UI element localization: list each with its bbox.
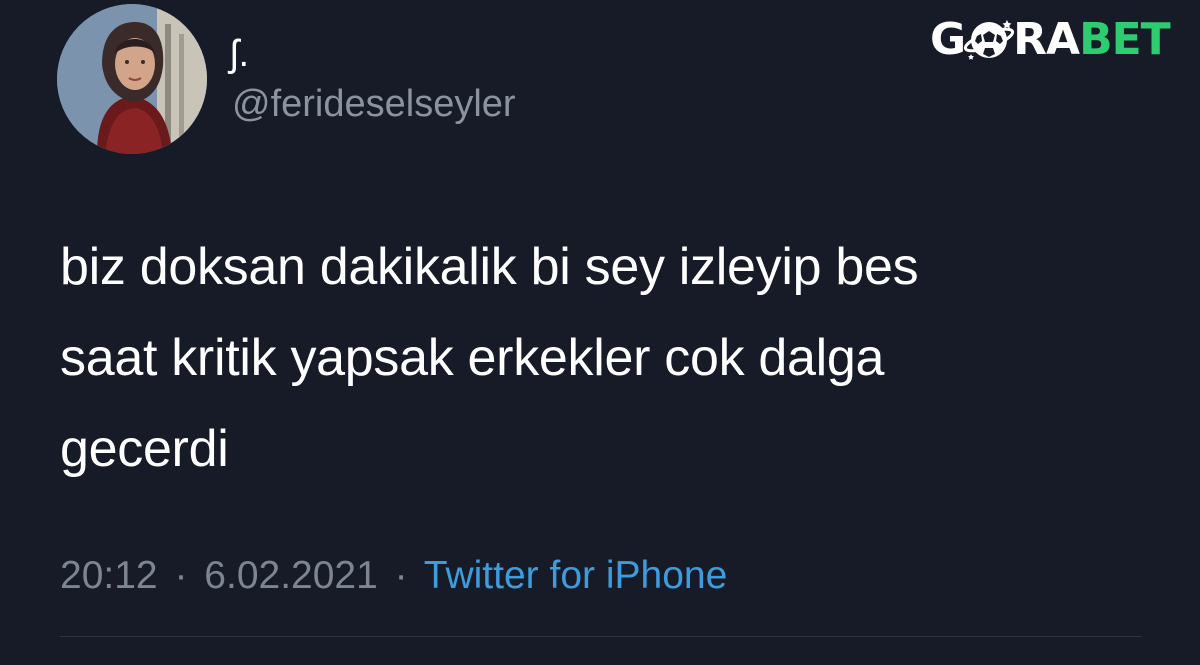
- user-handle[interactable]: @ferideselseyler: [232, 82, 516, 126]
- tweet-card: ʃ. @ferideselseyler biz doksan dakikalik…: [0, 0, 1200, 665]
- tweet-meta: 20:12 · 6.02.2021 · Twitter for iPhone: [60, 553, 727, 599]
- logo-text-g: G: [930, 14, 966, 65]
- tweet-text-line: saat kritik yapsak erkekler cok dalga: [60, 329, 885, 387]
- meta-separator: ·: [394, 554, 408, 597]
- tweet-text: biz doksan dakikalik bi sey izleyip bes …: [60, 222, 1120, 495]
- gorabet-logo: G RA BET: [930, 14, 1171, 66]
- soccer-ball-icon: [963, 14, 1015, 66]
- tweet-text-line: biz doksan dakikalik bi sey izleyip bes: [60, 238, 919, 296]
- logo-text-bet: BET: [1079, 14, 1171, 65]
- tweet-source-link[interactable]: Twitter for iPhone: [424, 554, 727, 597]
- meta-separator: ·: [174, 554, 188, 597]
- divider: [60, 636, 1142, 637]
- avatar[interactable]: [57, 4, 207, 154]
- logo-text-ra: RA: [1013, 14, 1080, 65]
- tweet-date[interactable]: 6.02.2021: [204, 554, 378, 597]
- display-name[interactable]: ʃ.: [230, 32, 249, 76]
- avatar-image: [57, 4, 207, 154]
- tweet-time[interactable]: 20:12: [60, 554, 158, 597]
- tweet-text-line: gecerdi: [60, 420, 229, 478]
